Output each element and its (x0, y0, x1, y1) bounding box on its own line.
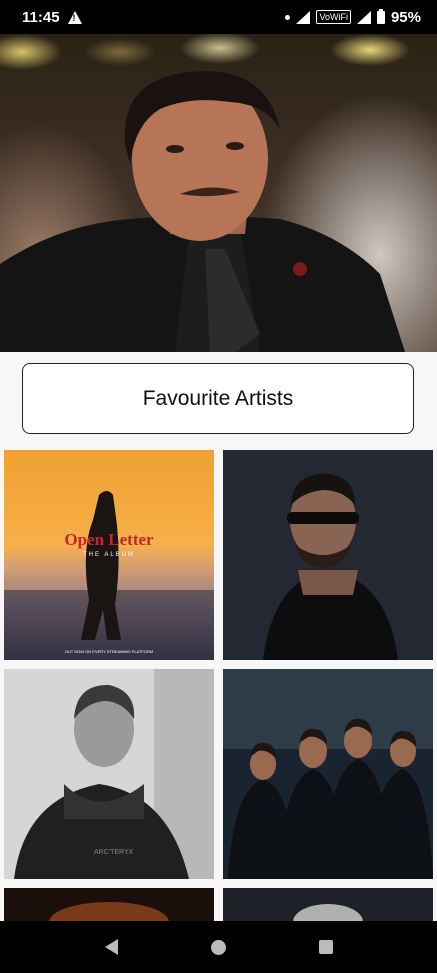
recents-icon[interactable] (318, 940, 333, 954)
artist-portrait-illustration (0, 71, 405, 352)
album-subtitle: THE ALBUM (83, 552, 135, 558)
vowifi-badge: VoWiFi (316, 10, 351, 24)
system-nav-bar (0, 921, 437, 973)
artist-tile-4[interactable] (223, 669, 433, 879)
favourite-artists-label: Favourite Artists (142, 386, 294, 410)
status-time: 11:45 (22, 8, 60, 26)
artist-tile-2[interactable] (223, 450, 433, 660)
artist-tile-6[interactable] (223, 888, 433, 922)
notification-dot-icon (285, 14, 291, 20)
battery-percent: 95% (390, 8, 421, 26)
album-title: Open Letter (64, 530, 154, 549)
album-footer: OUT NOW ON EVERY STREAMING PLATFORM (65, 649, 153, 654)
home-icon[interactable] (210, 939, 226, 955)
artist-tile-5[interactable] (4, 888, 214, 922)
svg-text:ARC'TERYX: ARC'TERYX (94, 849, 134, 856)
status-bar: 11:45 VoWiFi 95% (0, 0, 437, 34)
artist-photo-partial-6 (223, 888, 433, 922)
battery-icon (376, 8, 385, 24)
artist-sunglasses-photo (223, 450, 433, 660)
artist-bw-portrait-photo: ARC'TERYX (4, 669, 214, 879)
warning-icon (67, 10, 82, 24)
artist-tile-open-letter[interactable]: Open Letter THE ALBUM OUT NOW ON EVERY S… (4, 450, 214, 660)
open-letter-album-cover: Open Letter THE ALBUM OUT NOW ON EVERY S… (4, 450, 214, 660)
favourite-artists-button[interactable]: Favourite Artists (22, 363, 414, 434)
hero-artist-image (0, 34, 437, 352)
signal-icon-2 (356, 10, 371, 24)
artist-tile-3[interactable]: ARC'TERYX (4, 669, 214, 879)
back-icon[interactable] (104, 939, 118, 955)
artist-photo-partial-5 (4, 888, 214, 922)
group-of-four-artists-photo (223, 669, 433, 879)
signal-icon (296, 10, 311, 24)
